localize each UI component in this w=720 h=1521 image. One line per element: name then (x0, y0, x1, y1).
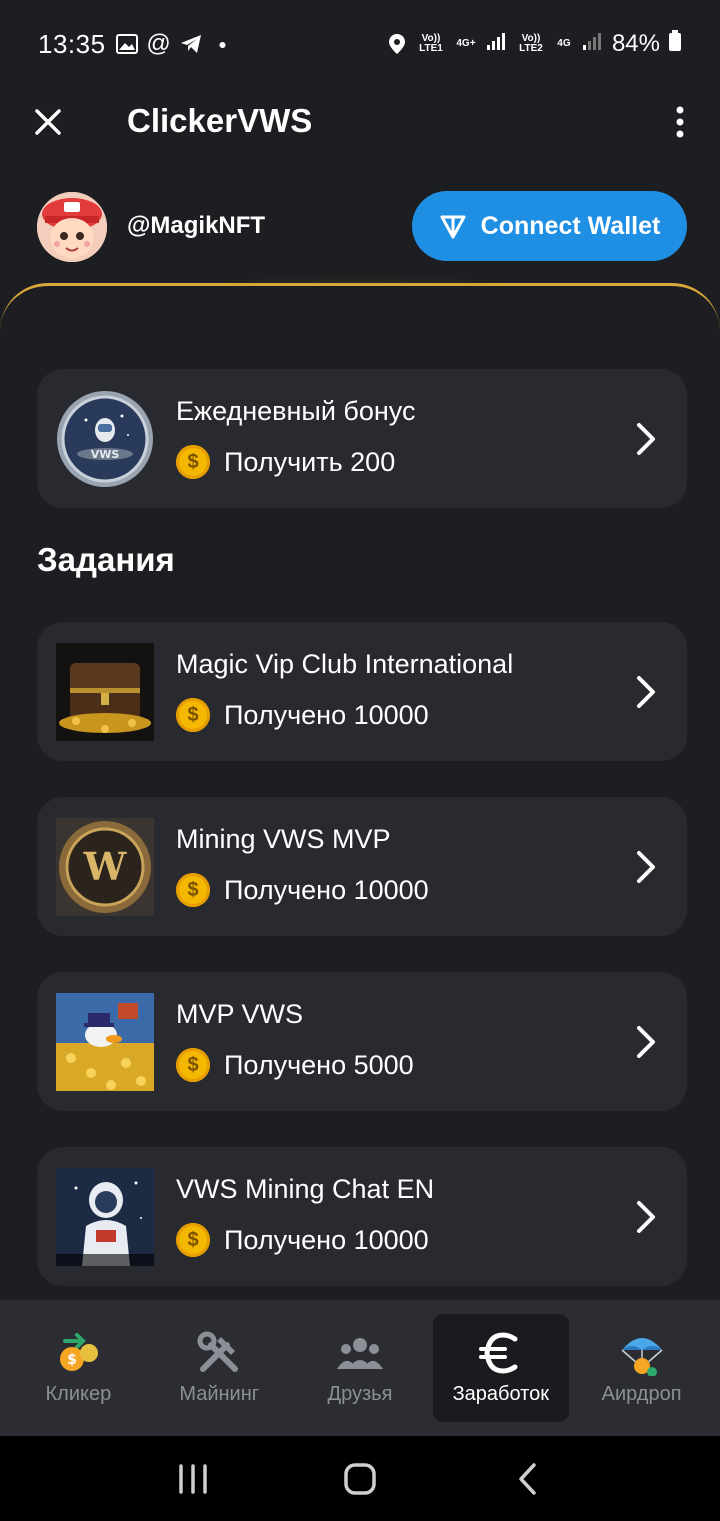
chevron-right-icon (637, 676, 655, 708)
task-reward-text: Получено 5000 (224, 1049, 414, 1080)
daily-bonus-card[interactable]: VWS Ежедневный бонус $ Получить 200 (37, 369, 687, 508)
ton-icon (440, 215, 466, 239)
chevron-right-icon (637, 1201, 655, 1233)
system-nav-bar (0, 1436, 720, 1521)
home-button[interactable] (340, 1459, 380, 1499)
task-reward: $ Получено 10000 (176, 698, 429, 732)
task-reward: $ Получено 10000 (176, 1223, 429, 1257)
task-reward: $ Получено 5000 (176, 1048, 414, 1082)
back-icon (518, 1462, 536, 1495)
daily-bonus-reward-text: Получить 200 (224, 446, 396, 477)
nav-label: Аирдроп (601, 1382, 682, 1405)
task-thumbnail (56, 643, 154, 741)
recent-apps-button[interactable] (173, 1459, 213, 1499)
more-menu-button[interactable] (670, 104, 690, 140)
sim2-label: Vo)) LTE2 (519, 33, 543, 54)
svg-text:W: W (83, 844, 128, 889)
task-title: Magic Vip Club International (176, 649, 514, 679)
task-item[interactable]: W Mining VWS MVP $ Получено 10000 (37, 797, 687, 936)
task-thumbnail (56, 1168, 154, 1266)
recent-apps-icon (179, 1463, 208, 1494)
coin-icon: $ (176, 873, 210, 907)
home-icon (344, 1462, 376, 1495)
friends-icon (336, 1331, 384, 1375)
username: @MagikNFT (127, 212, 266, 239)
sim2-network: 4G (557, 38, 571, 49)
tools-icon (195, 1331, 243, 1375)
nav-item-earn[interactable]: Заработок (432, 1314, 569, 1422)
coin-icon: $ (176, 1223, 210, 1257)
app-header: ClickerVWS (0, 88, 720, 154)
chevron-right-icon (637, 1026, 655, 1058)
sim1-network: 4G+ (456, 38, 476, 49)
task-reward-text: Получено 10000 (224, 699, 429, 730)
task-title: Mining VWS MVP (176, 824, 391, 854)
daily-bonus-image: VWS (56, 390, 154, 488)
svg-text:VWS: VWS (91, 448, 120, 461)
nav-label: Майнинг (179, 1382, 260, 1405)
task-thumbnail: W (56, 818, 154, 916)
nav-item-friends[interactable]: Друзья (292, 1314, 428, 1422)
telegram-icon (180, 33, 202, 55)
battery-percent: 84% (611, 30, 660, 57)
daily-bonus-reward: $ Получить 200 (176, 445, 395, 479)
task-title: MVP VWS (176, 999, 304, 1029)
signal-icon (486, 30, 508, 58)
signal-weak-icon (582, 30, 604, 58)
task-item[interactable]: Magic Vip Club International $ Получено … (37, 622, 687, 761)
dot-icon: ● (218, 36, 227, 52)
location-icon (386, 33, 408, 55)
task-item[interactable]: VWS Mining Chat EN $ Получено 10000 (37, 1147, 687, 1286)
nav-label: Кликер (45, 1382, 112, 1405)
svg-text:$: $ (68, 1352, 78, 1368)
task-thumbnail (56, 993, 154, 1091)
close-icon (35, 109, 61, 135)
gallery-icon (115, 33, 138, 55)
nav-item-clicker[interactable]: $ Кликер (10, 1314, 146, 1422)
nav-item-airdrop[interactable]: Аирдроп (574, 1314, 710, 1422)
tasks-section-title: Задания (37, 541, 175, 578)
battery-icon (668, 29, 682, 59)
close-button[interactable] (30, 104, 66, 140)
daily-bonus-title: Ежедневный бонус (176, 396, 416, 426)
task-title: VWS Mining Chat EN (176, 1174, 435, 1204)
nav-label: Заработок (452, 1382, 549, 1405)
more-vertical-icon (676, 106, 684, 138)
task-reward-text: Получено 10000 (224, 1224, 429, 1255)
task-reward: $ Получено 10000 (176, 873, 429, 907)
airdrop-parachute-icon (618, 1331, 666, 1376)
exchange-coin-icon: $ (54, 1331, 102, 1375)
nav-item-mining[interactable]: Майнинг (151, 1314, 287, 1422)
sim1-label: Vo)) LTE1 (419, 33, 443, 54)
chevron-right-icon (637, 423, 655, 455)
back-button[interactable] (507, 1459, 547, 1499)
euro-icon (477, 1331, 525, 1375)
task-item[interactable]: MVP VWS $ Получено 5000 (37, 972, 687, 1111)
status-time: 13:35 (38, 28, 106, 59)
coin-icon: $ (176, 1048, 210, 1082)
bottom-nav: $ Кликер Майнинг Друзья Заработок Аирдро… (0, 1300, 720, 1436)
status-bar: 13:35 @ ● Vo)) LTE1 4G+ Vo)) LTE2 4G 84% (0, 0, 720, 88)
task-reward-text: Получено 10000 (224, 874, 429, 905)
chevron-right-icon (637, 851, 655, 883)
coin-icon: $ (176, 698, 210, 732)
connect-wallet-label: Connect Wallet (480, 211, 661, 240)
nav-label: Друзья (327, 1382, 393, 1405)
app-title: ClickerVWS (127, 102, 313, 139)
coin-icon: $ (176, 445, 210, 479)
at-icon: @ (146, 30, 171, 57)
